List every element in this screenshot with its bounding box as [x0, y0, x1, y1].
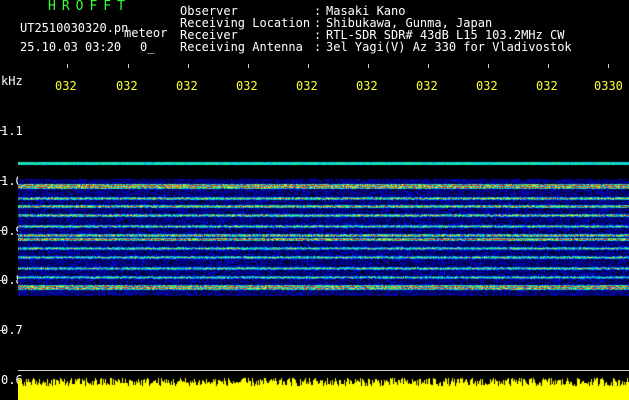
- datetime: 25.10.03 03:20: [20, 40, 122, 54]
- meteor-label: meteor: [124, 26, 168, 40]
- x-tick-label: 032: [476, 79, 498, 93]
- x-tick-mark: [428, 64, 429, 68]
- y-unit-label: kHz: [1, 74, 23, 88]
- signal-power-strip: [18, 375, 629, 400]
- x-tick-label: 032: [416, 79, 438, 93]
- x-tick-label: 032: [55, 79, 77, 93]
- antenna-value: 3el Yagi(V) Az 330 for Vladivostok: [326, 40, 572, 54]
- antenna-colon: :: [314, 40, 322, 54]
- y-tick-mark: [0, 180, 6, 181]
- antenna-label: Receiving Antenna: [180, 40, 303, 54]
- x-tick-label: 032: [116, 79, 138, 93]
- x-tick-mark: [248, 64, 249, 68]
- x-tick-mark: [488, 64, 489, 68]
- spectrogram: [18, 160, 629, 310]
- x-tick-mark: [548, 64, 549, 68]
- y-tick-mark: [0, 130, 6, 131]
- x-tick-label: 0330: [594, 79, 623, 93]
- y-tick-mark: [0, 230, 6, 231]
- x-tick-mark: [188, 64, 189, 68]
- x-tick-label: 032: [356, 79, 378, 93]
- spectrogram-baseline: [18, 370, 629, 371]
- y-tick-label: 1.1: [1, 124, 23, 138]
- x-tick-mark: [608, 64, 609, 68]
- filename: UT2510030320.pn: [20, 21, 129, 35]
- x-tick-label: 032: [536, 79, 558, 93]
- program-title: HROFFT: [48, 0, 131, 14]
- x-tick-mark: [368, 64, 369, 68]
- meteor-count: 0_: [140, 40, 155, 54]
- x-tick-label: 032: [296, 79, 318, 93]
- x-tick-label: 032: [176, 79, 198, 93]
- y-tick-mark: [0, 280, 6, 281]
- y-tick-mark: [0, 330, 6, 331]
- x-tick-mark: [308, 64, 309, 68]
- x-tick-label: 032: [236, 79, 258, 93]
- x-tick-mark: [128, 64, 129, 68]
- x-tick-mark: [67, 64, 68, 68]
